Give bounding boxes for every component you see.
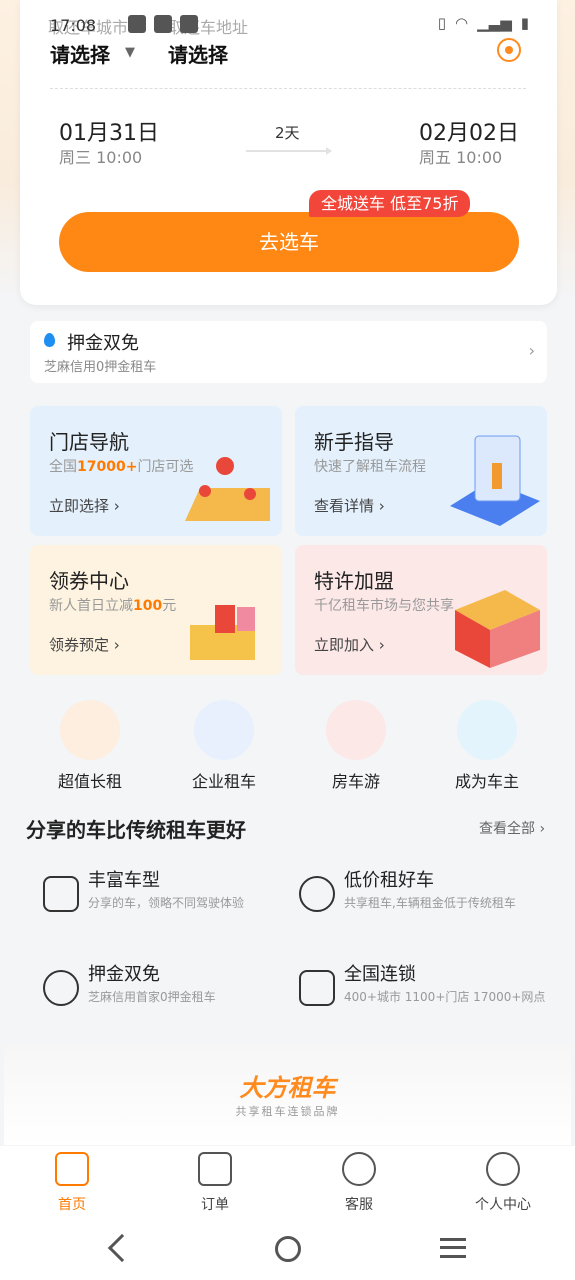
tile-store-navigation[interactable]: 门店导航 全国17000+门店可选 立即选择 › — [30, 406, 282, 536]
deposit-subtitle: 芝麻信用0押金租车 — [44, 360, 157, 375]
tile-action[interactable]: 立即选择 › — [49, 495, 120, 516]
store-icon — [455, 590, 540, 668]
tab-label: 个人中心 — [475, 1197, 531, 1213]
view-all-link[interactable]: 查看全部 › — [479, 818, 545, 838]
arrow-right-icon — [246, 147, 332, 155]
quick-label: 超值长租 — [57, 772, 122, 791]
tile-title: 新手指导 — [314, 430, 394, 454]
city-select[interactable]: 请选择 — [50, 39, 110, 68]
car-icon — [43, 876, 79, 912]
tile-title: 领券中心 — [49, 569, 129, 593]
menu-icon[interactable] — [440, 1238, 466, 1258]
tab-label: 客服 — [345, 1197, 373, 1213]
quick-long-rent[interactable]: 超值长租 — [40, 700, 140, 792]
trend-icon — [299, 876, 335, 912]
map-pin-icon — [185, 457, 270, 521]
person-icon — [60, 700, 120, 760]
feature-title: 全国连锁 — [344, 964, 416, 985]
divider — [50, 88, 526, 89]
feature-title: 丰富车型 — [88, 870, 160, 891]
building-icon — [299, 970, 335, 1006]
notification-icon — [154, 15, 172, 33]
feature-title: 押金双免 — [88, 964, 160, 985]
return-time[interactable]: 周五 10:00 — [419, 144, 502, 168]
brand-banner: 大方租车 共享租车连锁品牌 — [4, 1045, 571, 1145]
feature-title: 低价租好车 — [344, 870, 434, 891]
quick-label: 房车游 — [331, 772, 380, 791]
quick-rv-travel[interactable]: 房车游 — [306, 700, 406, 792]
quick-label: 成为车主 — [454, 772, 519, 791]
deposit-title: 押金双免 — [67, 333, 139, 354]
deposit-free-banner[interactable]: 押金双免 芝麻信用0押金租车 › — [30, 321, 547, 383]
section-title: 分享的车比传统租车更好 — [26, 818, 246, 842]
steering-wheel-icon — [457, 700, 517, 760]
tile-subtitle: 千亿租车市场与您共享 — [314, 598, 454, 614]
quick-become-owner[interactable]: 成为车主 — [437, 700, 537, 792]
quick-enterprise[interactable]: 企业租车 — [174, 700, 274, 792]
signal-icon: ▁▃▅ — [477, 14, 512, 32]
tile-title: 特许加盟 — [314, 569, 394, 593]
promo-badge: 全城送车 低至75折 — [309, 190, 471, 217]
user-icon — [486, 1152, 520, 1186]
tab-label: 订单 — [201, 1197, 229, 1213]
wifi-icon: ◠ — [455, 14, 469, 32]
home-icon[interactable] — [275, 1236, 301, 1262]
notification-icon — [128, 15, 146, 33]
return-date[interactable]: 02月02日 — [419, 115, 519, 147]
address-select[interactable]: 请选择 — [168, 39, 228, 68]
back-icon[interactable] — [107, 1233, 137, 1263]
vibrate-icon: ▯ — [437, 14, 447, 32]
notification-icon — [180, 15, 198, 33]
phone-guide-icon — [450, 435, 540, 526]
tile-franchise[interactable]: 特许加盟 千亿租车市场与您共享 立即加入 › — [295, 545, 547, 675]
rental-duration: 2天 — [275, 124, 300, 142]
status-bar: 17:08 ▯ ◠ ▁▃▅ ▮ — [0, 8, 575, 42]
tile-beginner-guide[interactable]: 新手指导 快速了解租车流程 查看详情 › — [295, 406, 547, 536]
brand-logo: 大方租车 — [239, 1074, 336, 1102]
pickup-date[interactable]: 01月31日 — [59, 115, 159, 147]
tab-orders[interactable]: 订单 — [165, 1152, 265, 1214]
battery-icon: ▮ — [520, 14, 529, 32]
feature-subtitle: 共享租车,车辆租金低于传统租车 — [344, 896, 516, 910]
document-icon — [198, 1152, 232, 1186]
tab-service[interactable]: 客服 — [309, 1152, 409, 1214]
tile-subtitle: 全国17000+门店可选 — [49, 459, 194, 475]
tile-subtitle: 新人首日立减100元 — [49, 598, 177, 614]
tile-subtitle: 快速了解租车流程 — [314, 459, 426, 475]
pickup-time[interactable]: 周三 10:00 — [59, 144, 142, 168]
brand-slogan: 共享租车连锁品牌 — [235, 1105, 340, 1118]
gift-box-icon — [190, 605, 255, 660]
tab-profile[interactable]: 个人中心 — [453, 1152, 553, 1214]
feature-subtitle: 芝麻信用首家0押金租车 — [88, 990, 216, 1004]
tile-coupon-center[interactable]: 领券中心 新人首日立减100元 领券预定 › — [30, 545, 282, 675]
notification-icons — [128, 15, 198, 33]
bus-icon — [326, 700, 386, 760]
tab-home[interactable]: 首页 — [22, 1152, 122, 1214]
tab-label: 首页 — [58, 1197, 86, 1213]
select-car-button[interactable]: 去选车 — [59, 212, 519, 272]
tile-action[interactable]: 查看详情 › — [314, 495, 385, 516]
status-time: 17:08 — [50, 16, 97, 35]
drop-icon — [44, 333, 55, 347]
headset-icon — [342, 1152, 376, 1186]
chevron-right-icon: › — [528, 341, 535, 360]
building-icon — [194, 700, 254, 760]
tile-action[interactable]: 领券预定 › — [49, 634, 120, 655]
yuan-icon — [43, 970, 79, 1006]
car-icon — [55, 1152, 89, 1186]
chevron-down-icon[interactable]: ▼ — [125, 45, 135, 60]
system-icons: ▯ ◠ ▁▃▅ ▮ — [438, 14, 529, 32]
tile-title: 门店导航 — [49, 430, 129, 454]
tile-action[interactable]: 立即加入 › — [314, 634, 385, 655]
system-nav-bar — [0, 1222, 575, 1280]
bottom-tab-bar: 首页 订单 客服 个人中心 — [0, 1146, 575, 1222]
feature-subtitle: 400+城市 1100+门店 17000+网点 — [344, 990, 546, 1004]
quick-label: 企业租车 — [191, 772, 256, 791]
feature-subtitle: 分享的车，领略不同驾驶体验 — [88, 896, 245, 910]
